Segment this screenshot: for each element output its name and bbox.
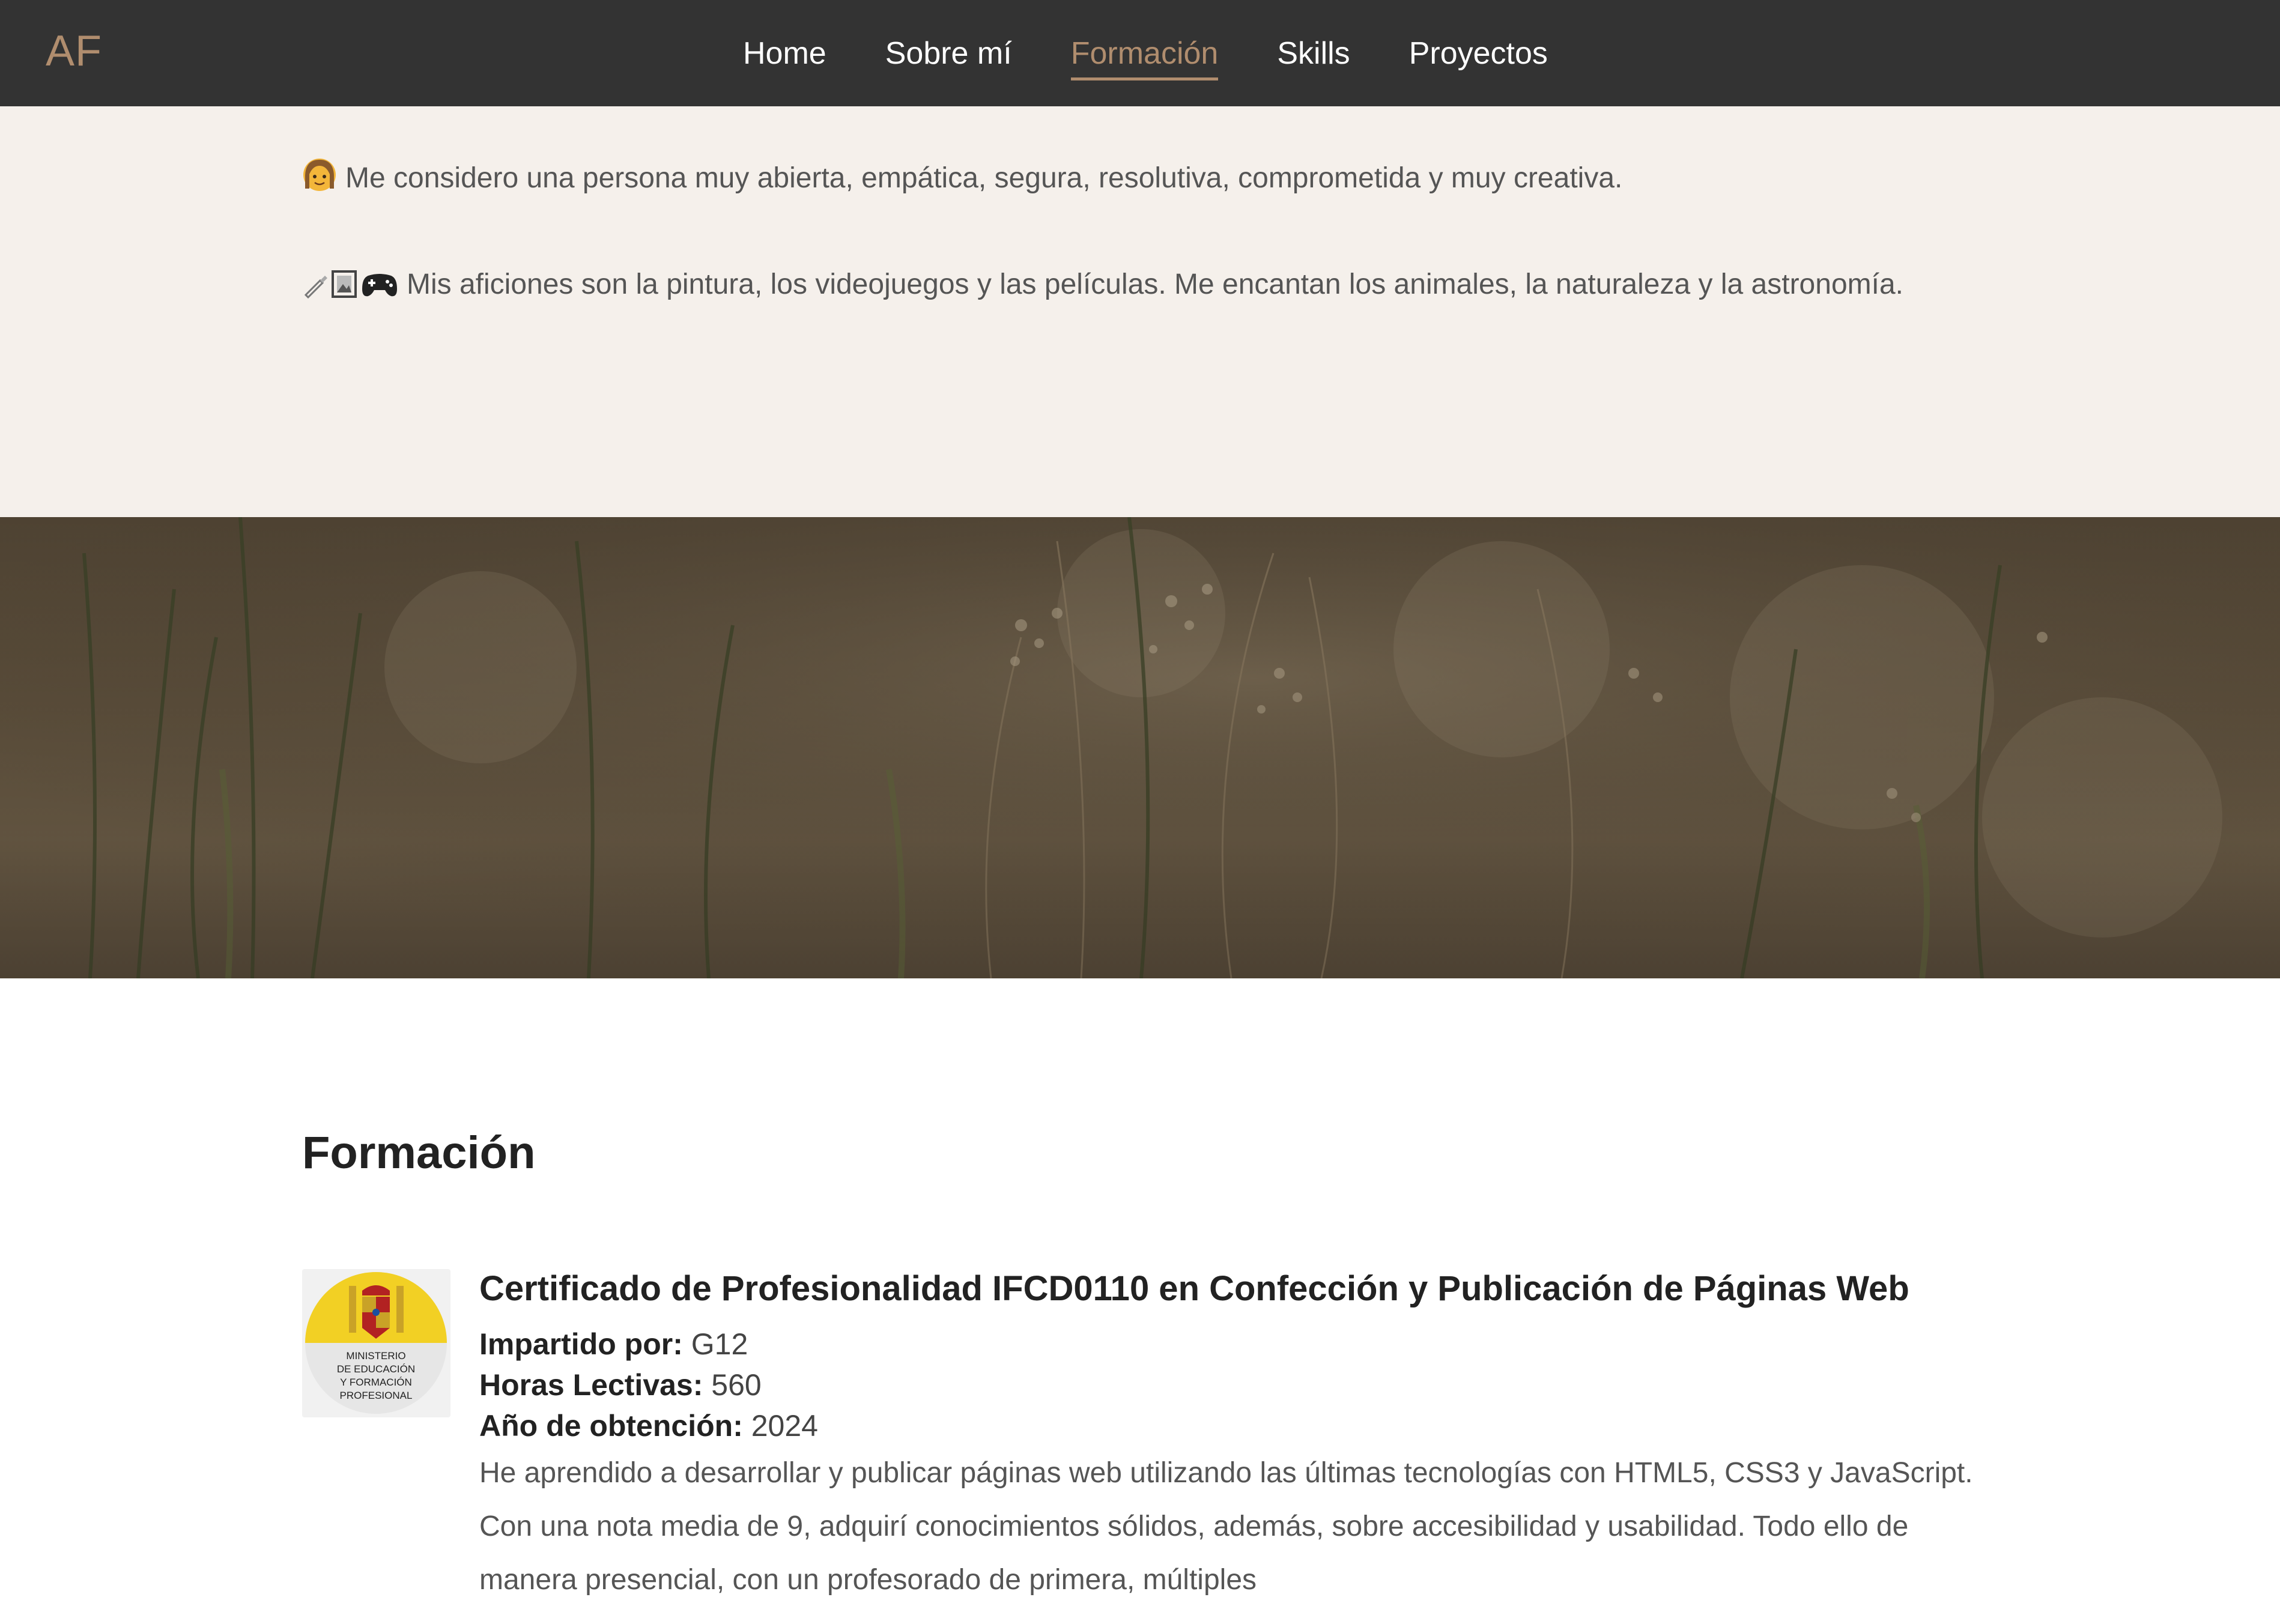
framed-picture-icon xyxy=(331,262,357,316)
logo-text-line-1: MINISTERIO xyxy=(346,1350,405,1362)
course-horas: Horas Lectivas: 560 xyxy=(479,1365,762,1405)
logo-text-line-4: PROFESIONAL xyxy=(340,1390,413,1401)
nav-link-formacion[interactable]: Formación xyxy=(1070,32,1218,80)
course-description: He aprendido a desarrollar y publicar pá… xyxy=(479,1457,1973,1596)
logo-text-line-3: Y FORMACIÓN xyxy=(340,1377,412,1388)
about-text-personality: Me considero una persona muy abierta, em… xyxy=(345,162,1623,194)
paintbrush-icon xyxy=(302,262,329,316)
game-controller-icon xyxy=(361,262,398,316)
nav-link-home[interactable]: Home xyxy=(743,32,826,74)
about-section: Me considero una persona muy abierta, em… xyxy=(0,106,2280,517)
horas-value: 560 xyxy=(711,1368,762,1402)
woman-emoji-icon xyxy=(302,156,337,210)
ministerio-logo: MINISTERIO DE EDUCACIÓN Y FORMACIÓN PROF… xyxy=(302,1269,450,1417)
horas-label: Horas Lectivas: xyxy=(479,1368,703,1402)
top-navbar: AF Home Sobre mí Formación Skills Proyec… xyxy=(0,0,2280,106)
anio-label: Año de obtención: xyxy=(479,1409,743,1443)
course-title: Certificado de Profesionalidad IFCD0110 … xyxy=(479,1269,1909,1308)
about-paragraph-hobbies: Mis aficiones son la pintura, los videoj… xyxy=(302,258,1948,316)
course-impartido: Impartido por: G12 xyxy=(479,1324,748,1365)
main-nav: Home Sobre mí Formación Skills Proyectos xyxy=(743,0,1548,106)
about-paragraph-personality: Me considero una persona muy abierta, em… xyxy=(302,151,1948,210)
grass-field-banner-image xyxy=(0,517,2280,978)
grass-field-photo-icon xyxy=(0,517,2280,978)
site-logo[interactable]: AF xyxy=(46,24,102,78)
nav-link-sobre-mi[interactable]: Sobre mí xyxy=(885,32,1012,74)
nav-link-proyectos[interactable]: Proyectos xyxy=(1409,32,1548,74)
impartido-label: Impartido por: xyxy=(479,1327,683,1361)
course-anio: Año de obtención: 2024 xyxy=(479,1405,818,1446)
nav-link-skills[interactable]: Skills xyxy=(1277,32,1350,74)
about-text-hobbies: Mis aficiones son la pintura, los videoj… xyxy=(407,268,1903,300)
anio-value: 2024 xyxy=(751,1409,818,1443)
section-title-formacion: Formación xyxy=(302,1127,536,1178)
impartido-value: G12 xyxy=(691,1327,748,1361)
logo-text-line-2: DE EDUCACIÓN xyxy=(337,1363,415,1375)
